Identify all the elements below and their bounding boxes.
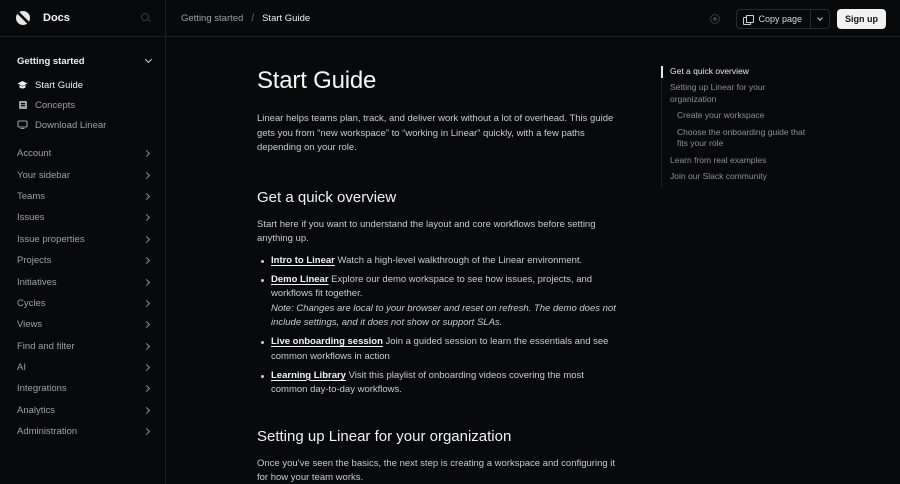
chevron-right-icon <box>142 150 151 158</box>
setup-paragraph: Once you’ve seen the basics, the next st… <box>257 457 616 484</box>
main-content: Start Guide Linear helps teams plan, tra… <box>257 38 617 484</box>
sidebar-item-integrations[interactable]: Integrations <box>0 378 165 399</box>
sidebar-item-issue-properties[interactable]: Issue properties <box>0 229 165 250</box>
sidebar-item-account[interactable]: Account <box>0 143 165 164</box>
toc-item-setting-up[interactable]: Setting up Linear for your organization <box>662 82 811 106</box>
graduation-cap-icon <box>17 80 28 91</box>
sidebar-item-cycles[interactable]: Cycles <box>0 293 165 314</box>
chevron-down-icon <box>144 55 153 64</box>
sidebar-item-label: Projects <box>17 255 52 267</box>
sidebar-item-administration[interactable]: Administration <box>0 421 165 442</box>
sidebar-item-issues[interactable]: Issues <box>0 207 165 228</box>
docs-title[interactable]: Docs <box>43 12 141 24</box>
copy-page-button[interactable]: Copy page <box>737 10 811 28</box>
chevron-right-icon <box>142 321 151 329</box>
chevron-right-icon <box>142 342 151 350</box>
search-icon[interactable] <box>141 13 151 23</box>
sidebar-header: Docs <box>0 0 165 37</box>
sidebar-item-label: Integrations <box>17 383 67 395</box>
sidebar-item-analytics[interactable]: Analytics <box>0 400 165 421</box>
copy-page-label: Copy page <box>758 14 802 24</box>
sidebar-item-ai[interactable]: AI <box>0 357 165 378</box>
sidebar-item-label: Find and filter <box>17 340 75 352</box>
sidebar-item-label: AI <box>17 362 26 374</box>
sidebar-item-projects[interactable]: Projects <box>0 250 165 271</box>
sidebar-group-label: Getting started <box>17 55 85 67</box>
sidebar-item-label: Administration <box>17 426 78 438</box>
breadcrumb-current: Start Guide <box>262 12 311 24</box>
breadcrumb-parent[interactable]: Getting started <box>181 13 243 24</box>
list-item: Intro to Linear Watch a high-level walkt… <box>261 254 617 269</box>
sidebar-item-teams[interactable]: Teams <box>0 186 165 207</box>
live-onboarding-link[interactable]: Live onboarding session <box>271 336 383 347</box>
sidebar-item-download-linear[interactable]: Download Linear <box>0 115 165 135</box>
sidebar-item-label: Teams <box>17 190 45 202</box>
sidebar-item-label: Cycles <box>17 297 46 309</box>
chevron-right-icon <box>142 192 151 201</box>
demo-note: Note: Changes are local to your browser … <box>271 302 616 329</box>
chevron-right-icon <box>142 257 151 265</box>
chevron-right-icon <box>142 406 151 414</box>
toc-item-choose-guide[interactable]: Choose the onboarding guide that fits yo… <box>662 127 811 151</box>
demo-linear-link[interactable]: Demo Linear <box>271 274 329 285</box>
list-item-text: Watch a high-level walkthrough of the Li… <box>334 254 583 266</box>
sidebar-item-initiatives[interactable]: Initiatives <box>0 271 165 292</box>
chevron-right-icon <box>142 385 151 393</box>
sidebar-item-label: Download Linear <box>35 119 107 131</box>
sidebar-item-views[interactable]: Views <box>0 314 165 335</box>
sidebar: Docs Getting started Start Guide Concept… <box>0 0 166 484</box>
top-bar: Getting started / Start Guide Copy page … <box>166 0 900 37</box>
chevron-right-icon <box>142 171 151 179</box>
copy-icon <box>743 14 754 25</box>
overview-list: Intro to Linear Watch a high-level walkt… <box>257 254 617 398</box>
sidebar-item-label: Initiatives <box>17 276 57 288</box>
setup-heading: Setting up Linear for your organization <box>257 427 512 445</box>
intro-to-linear-link[interactable]: Intro to Linear <box>271 255 335 266</box>
sidebar-item-your-sidebar[interactable]: Your sidebar <box>0 164 165 185</box>
chevron-down-icon <box>817 15 823 21</box>
linear-logo-icon[interactable] <box>16 11 30 25</box>
list-item: Learning Library Visit this playlist of … <box>261 369 617 398</box>
table-of-contents: Get a quick overview Setting up Linear f… <box>661 66 811 188</box>
list-item: Live onboarding session Join a guided se… <box>261 335 617 364</box>
toc-item-create-workspace[interactable]: Create your workspace <box>662 110 811 122</box>
intro-paragraph: Linear helps teams plan, track, and deli… <box>257 113 614 153</box>
sidebar-item-label: Analytics <box>17 404 56 416</box>
copy-options-dropdown[interactable] <box>811 10 829 28</box>
chevron-right-icon <box>142 299 151 307</box>
overview-lead: Start here if you want to understand the… <box>257 218 596 245</box>
page-title: Start Guide <box>257 67 377 94</box>
toc-item-slack-community[interactable]: Join our Slack community <box>662 171 811 183</box>
learning-library-link[interactable]: Learning Library <box>271 370 346 381</box>
sidebar-item-label: Start Guide <box>35 79 84 91</box>
sign-up-button[interactable]: Sign up <box>837 9 886 29</box>
sidebar-item-label: Views <box>17 319 43 331</box>
sidebar-sections: Account Your sidebar Teams Issues Issue … <box>0 143 165 442</box>
sidebar-item-start-guide[interactable]: Start Guide <box>0 75 165 95</box>
breadcrumb-separator: / <box>251 12 255 24</box>
list-item: Demo Linear Explore our demo workspace t… <box>261 273 617 331</box>
chevron-right-icon <box>142 364 151 372</box>
chevron-right-icon <box>142 428 151 436</box>
chevron-right-icon <box>142 278 151 286</box>
sidebar-item-label: Issue properties <box>17 233 85 245</box>
sidebar-item-label: Account <box>17 148 52 160</box>
copy-page-group: Copy page <box>736 9 830 29</box>
chevron-right-icon <box>142 214 151 222</box>
toc-item-quick-overview[interactable]: Get a quick overview <box>661 66 811 78</box>
sidebar-item-label: Issues <box>17 212 45 224</box>
monitor-icon <box>17 120 28 131</box>
sidebar-item-find-and-filter[interactable]: Find and filter <box>0 336 165 357</box>
book-icon <box>17 100 28 111</box>
toc-item-real-examples[interactable]: Learn from real examples <box>662 155 811 167</box>
sidebar-item-label: Your sidebar <box>17 169 70 181</box>
theme-toggle-icon[interactable] <box>710 14 721 24</box>
chevron-right-icon <box>142 235 151 243</box>
overview-heading: Get a quick overview <box>257 188 397 206</box>
sidebar-item-label: Concepts <box>35 99 76 111</box>
sidebar-group-getting-started[interactable]: Getting started <box>0 51 165 71</box>
sidebar-item-concepts[interactable]: Concepts <box>0 95 165 115</box>
